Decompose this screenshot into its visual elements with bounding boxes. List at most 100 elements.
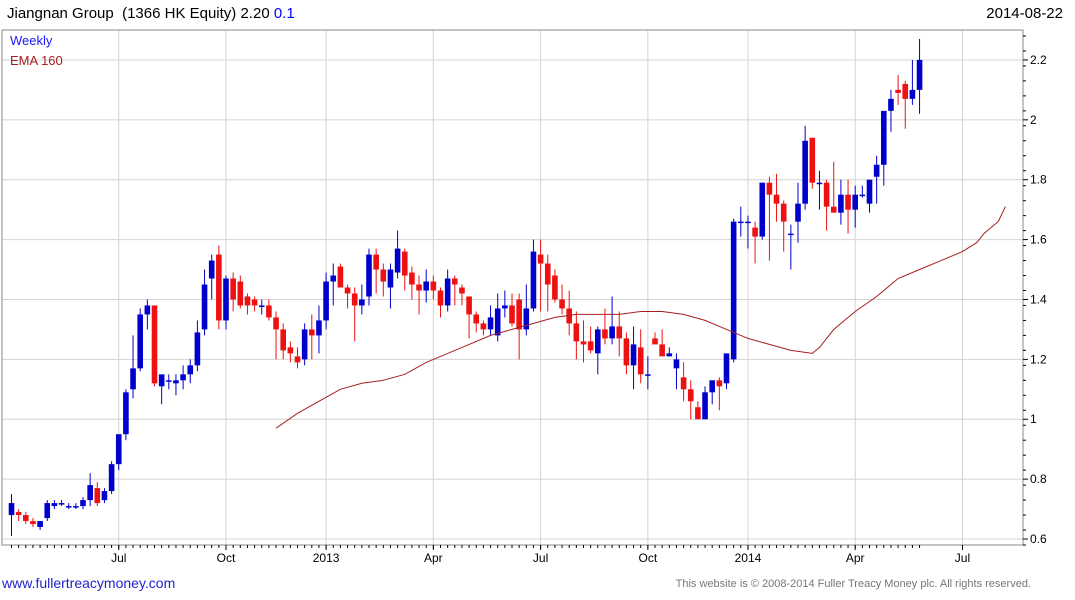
candle-body	[223, 278, 229, 321]
candle-body	[637, 347, 644, 375]
candle-body	[852, 194, 858, 210]
candle-body	[823, 182, 830, 207]
candle-body	[266, 305, 272, 318]
candle-body	[773, 194, 780, 204]
candle-body	[680, 377, 687, 390]
candle-body	[788, 233, 794, 236]
candle-body	[351, 293, 358, 306]
candle-body	[151, 305, 158, 384]
candle-body	[337, 266, 344, 288]
y-tick-label: 2.2	[1030, 53, 1047, 67]
candle-body	[530, 251, 537, 309]
y-tick-label: 0.6	[1030, 532, 1047, 546]
candle-body	[544, 263, 551, 285]
site-link[interactable]: www.fullertreacymoney.com	[2, 575, 175, 591]
candle-body	[344, 287, 351, 294]
candle-body	[15, 512, 22, 516]
candle-body	[294, 356, 301, 363]
candle-body	[830, 206, 837, 213]
candle-body	[459, 287, 465, 294]
candle-body	[587, 341, 594, 351]
candle-body	[394, 248, 401, 273]
candle-body	[795, 203, 801, 222]
candle-body	[909, 89, 916, 99]
candle-body	[509, 305, 515, 324]
candle-body	[609, 326, 615, 339]
candle-body	[101, 491, 108, 501]
x-tick-label: Oct	[639, 551, 658, 565]
candle-body	[244, 296, 251, 306]
candle-body	[423, 281, 429, 291]
candle-body	[330, 275, 337, 282]
candle-body	[401, 251, 408, 276]
candle-body	[480, 323, 487, 330]
candle-body	[309, 329, 315, 336]
candle-body	[301, 329, 308, 360]
candle-body	[237, 281, 244, 306]
candle-body	[502, 305, 508, 309]
candle-body	[616, 326, 623, 339]
candle-body	[895, 89, 901, 93]
candle-body	[366, 254, 372, 297]
candle-body	[280, 329, 286, 351]
candle-body	[380, 269, 387, 282]
candle-body	[816, 182, 823, 185]
x-tick-label: 2013	[313, 551, 340, 565]
candle-body	[65, 506, 72, 508]
x-axis: Jul Oct 2013 Apr Jul Oct 2014 Apr Jul	[11, 545, 970, 565]
candle-body	[673, 359, 680, 369]
x-tick-label: Oct	[217, 551, 236, 565]
candle-body	[37, 521, 43, 528]
candle-body	[809, 137, 816, 183]
candle-body	[888, 98, 894, 111]
candle-body	[51, 503, 58, 507]
candle-body	[866, 179, 873, 204]
candle-body	[537, 254, 544, 264]
candle-body	[716, 380, 723, 387]
candle-body	[559, 299, 565, 309]
plot-frame	[1, 29, 1024, 546]
candle-body	[201, 284, 208, 330]
y-tick-label: 1.2	[1030, 352, 1047, 366]
candle-body	[623, 338, 630, 366]
candle-body	[859, 194, 866, 197]
y-tick-label: 1.4	[1030, 292, 1047, 306]
candle-body	[187, 365, 194, 375]
candle-body	[273, 317, 279, 330]
candle-body	[473, 314, 480, 324]
x-tick-label: 2014	[735, 551, 762, 565]
candle-body	[702, 392, 708, 420]
candle-body	[87, 485, 93, 501]
candle-body	[194, 332, 201, 366]
candles-layer	[8, 38, 923, 537]
candle-body	[73, 506, 79, 508]
candle-body	[30, 521, 36, 525]
candle-body	[316, 320, 322, 336]
candle-body	[466, 296, 472, 315]
candle-body	[258, 305, 265, 307]
candle-body	[752, 227, 758, 237]
legend-weekly: Weekly	[10, 33, 53, 48]
x-tick-label: Jul	[955, 551, 970, 565]
candle-body	[738, 221, 744, 224]
candle-body	[130, 368, 136, 390]
candle-body	[552, 275, 558, 300]
candle-body	[144, 305, 151, 315]
candle-body	[323, 281, 329, 321]
x-tick-label: Apr	[424, 551, 443, 565]
legend-ema: EMA 160	[10, 53, 63, 68]
candle-body	[902, 83, 909, 99]
candle-body	[452, 278, 458, 285]
x-tick-label: Apr	[846, 551, 865, 565]
candle-body	[845, 194, 851, 210]
candle-body	[766, 182, 773, 195]
candle-body	[802, 140, 808, 204]
candle-body	[359, 299, 365, 306]
candle-body	[216, 254, 222, 321]
candle-body	[652, 338, 658, 345]
candle-body	[580, 341, 587, 345]
candle-body	[780, 203, 787, 222]
candle-body	[58, 503, 65, 505]
y-axis: 0.6 0.8 1 1.2 1.4 1.6 1.8 2 2.2	[1023, 35, 1047, 546]
candle-body	[23, 515, 29, 522]
